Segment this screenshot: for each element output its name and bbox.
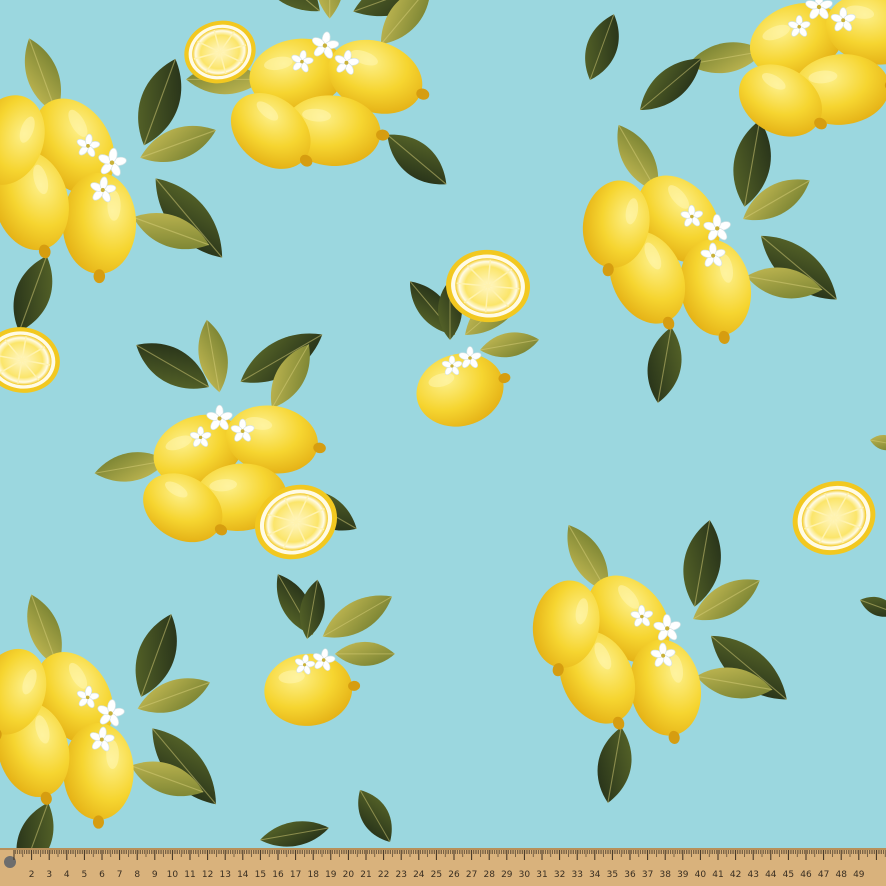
ruler-number: 44 <box>765 870 777 880</box>
ruler-number: 18 <box>307 870 319 880</box>
ruler-number: 36 <box>624 870 636 880</box>
ruler-number: 11 <box>184 870 195 880</box>
ruler-number: 19 <box>325 870 337 880</box>
ruler-number: 10 <box>167 870 179 880</box>
ruler-number: 23 <box>395 870 406 880</box>
ruler-number: 39 <box>677 870 689 880</box>
ruler-number: 6 <box>99 870 105 880</box>
ruler-number: 12 <box>202 870 213 880</box>
ruler-number: 9 <box>152 870 158 880</box>
ruler-number: 30 <box>519 870 531 880</box>
ruler-number: 43 <box>747 870 758 880</box>
ruler-number: 17 <box>290 870 301 880</box>
ruler-number: 34 <box>589 870 601 880</box>
ruler-number: 40 <box>695 870 707 880</box>
ruler-number: 5 <box>82 870 88 880</box>
ruler-number: 8 <box>134 870 140 880</box>
ruler-number: 45 <box>783 870 794 880</box>
ruler-number: 47 <box>818 870 829 880</box>
ruler-number: 37 <box>642 870 653 880</box>
ruler-number: 22 <box>378 870 389 880</box>
ruler-number: 21 <box>360 870 371 880</box>
ruler-number: 16 <box>272 870 284 880</box>
ruler-number: 49 <box>853 870 865 880</box>
lemon-print-fabric <box>0 0 886 886</box>
ruler-number: 46 <box>800 870 812 880</box>
ruler-number: 2 <box>29 870 35 880</box>
ruler-number: 15 <box>255 870 266 880</box>
ruler-number: 20 <box>343 870 355 880</box>
ruler-number: 48 <box>835 870 847 880</box>
ruler-number: 28 <box>483 870 495 880</box>
ruler-number: 13 <box>219 870 230 880</box>
ruler-number: 29 <box>501 870 513 880</box>
ruler-number: 4 <box>64 870 70 880</box>
ruler-number: 26 <box>448 870 460 880</box>
ruler-number: 35 <box>607 870 618 880</box>
ruler-number: 41 <box>712 870 723 880</box>
ruler-number: 7 <box>117 870 123 880</box>
ruler-number: 38 <box>659 870 671 880</box>
ruler-number: 31 <box>536 870 547 880</box>
ruler-number: 14 <box>237 870 249 880</box>
measuring-ruler: 2 3 4 5 6 7 8 9 10 11 12 13 14 15 16 17 18 19 20 21 22 23 24 25… <box>0 848 886 886</box>
ruler-number: 3 <box>46 870 52 880</box>
ruler-number: 32 <box>554 870 565 880</box>
ruler-number: 24 <box>413 870 425 880</box>
ruler-number: 27 <box>466 870 477 880</box>
ruler-number: 25 <box>431 870 442 880</box>
ruler-number: 33 <box>571 870 582 880</box>
ruler-number: 42 <box>730 870 741 880</box>
lemon-fabric-photo: 2 3 4 5 6 7 8 9 10 11 12 13 14 15 16 17 18 19 20 21 22 23 24 25… <box>0 0 886 886</box>
